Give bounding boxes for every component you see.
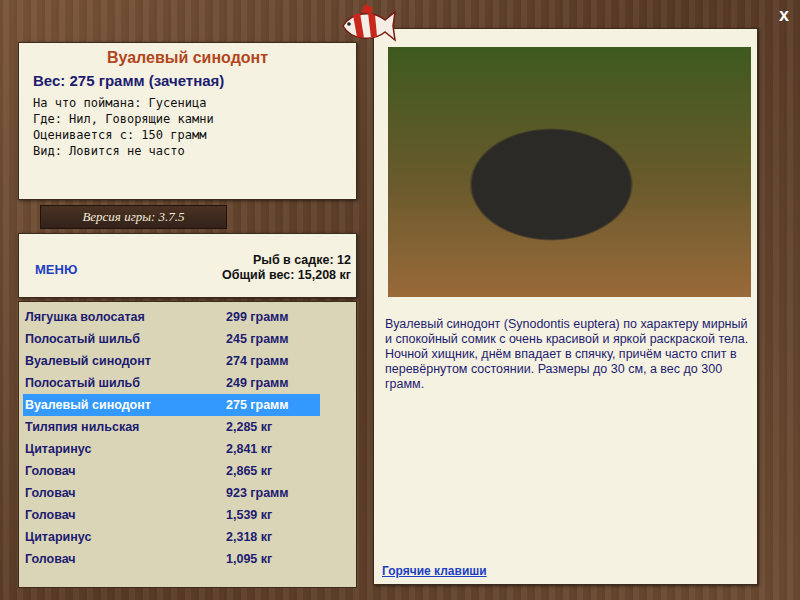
fish-row-name: Головач: [25, 552, 226, 566]
fish-row-name: Тиляпия нильская: [25, 420, 226, 434]
fish-row-weight: 2,865 кг: [226, 464, 272, 478]
fish-row[interactable]: Полосатый шильб 249 грамм: [23, 372, 320, 394]
fish-row-name: Цитаринус: [25, 442, 226, 456]
menu-panel: МЕНЮ Рыб в садке: 12Общий вес: 15,208 кг: [18, 233, 357, 298]
fish-row[interactable]: Головач 1,539 кг: [23, 504, 320, 526]
fish-row-weight: 2,841 кг: [226, 442, 272, 456]
catch-detail: Вид: Ловится не часто: [33, 143, 342, 159]
fish-row-weight: 2,318 кг: [226, 530, 272, 544]
catch-detail: Где: Нил, Говорящие камни: [33, 111, 342, 127]
fish-row-weight: 1,095 кг: [226, 552, 272, 566]
fish-row[interactable]: Головач 923 грамм: [23, 482, 320, 504]
fish-weight: Вес: 275 грамм (зачетная): [33, 72, 342, 89]
fish-row[interactable]: Вуалевый синодонт 275 грамм: [23, 394, 320, 416]
catch-info-panel: Вуалевый синодонт Вес: 275 грамм (зачетн…: [18, 42, 357, 200]
left-column: Вуалевый синодонт Вес: 275 грамм (зачетн…: [18, 42, 357, 600]
version-plaque: Версия игры: 3.7.5: [40, 205, 227, 229]
description-panel: Вуалевый синодонт (Synodontis euptera) п…: [373, 28, 758, 585]
fish-row[interactable]: Цитаринус 2,841 кг: [23, 438, 320, 460]
fish-list: Лягушка волосатая 299 граммПолосатый шил…: [18, 301, 357, 588]
fish-row-name: Полосатый шильб: [25, 332, 226, 346]
hotkeys-link[interactable]: Горячие клавиши: [382, 564, 751, 578]
fish-row[interactable]: Полосатый шильб 245 грамм: [23, 328, 320, 350]
fish-row-name: Вуалевый синодонт: [25, 354, 226, 368]
fish-row[interactable]: Тиляпия нильская 2,285 кг: [23, 416, 320, 438]
catch-detail: На что поймана: Гусеница: [33, 95, 342, 111]
fish-row[interactable]: Лягушка волосатая 299 грамм: [23, 306, 320, 328]
fish-row-name: Полосатый шильб: [25, 376, 226, 390]
fish-name: Вуалевый синодонт: [33, 49, 342, 67]
menu-button[interactable]: МЕНЮ: [35, 262, 77, 277]
fish-row[interactable]: Головач 1,095 кг: [23, 548, 320, 570]
fish-row-weight: 2,285 кг: [226, 420, 272, 434]
fish-description: Вуалевый синодонт (Synodontis euptera) п…: [385, 317, 751, 392]
fish-row-name: Головач: [25, 464, 226, 478]
fish-row[interactable]: Вуалевый синодонт 274 грамм: [23, 350, 320, 372]
fish-row-name: Вуалевый синодонт: [25, 398, 226, 412]
fish-row-name: Цитаринус: [25, 530, 226, 544]
game-screen: Вуалевый синодонт Вес: 275 грамм (зачетн…: [0, 0, 800, 600]
fish-row-weight: 249 грамм: [226, 376, 289, 390]
fish-logo-icon: [337, 2, 397, 48]
fish-row-name: Головач: [25, 486, 226, 500]
keepnet-summary: Рыб в садке: 12Общий вес: 15,208 кг: [222, 253, 351, 283]
summary-line: Рыб в садке: 12: [222, 253, 351, 268]
fish-row-weight: 923 грамм: [226, 486, 289, 500]
fish-row-name: Головач: [25, 508, 226, 522]
fish-row[interactable]: Цитаринус 2,318 кг: [23, 526, 320, 548]
fish-row[interactable]: Головач 2,865 кг: [23, 460, 320, 482]
summary-line: Общий вес: 15,208 кг: [222, 268, 351, 283]
fish-row-weight: 245 грамм: [226, 332, 289, 346]
fish-row-weight: 1,539 кг: [226, 508, 272, 522]
fish-photo: [388, 47, 751, 297]
fish-row-name: Лягушка волосатая: [25, 310, 226, 324]
close-button[interactable]: x: [779, 5, 789, 26]
fish-row-weight: 299 грамм: [226, 310, 289, 324]
catch-detail: Оценивается с: 150 грамм: [33, 127, 342, 143]
fish-row-weight: 274 грамм: [226, 354, 289, 368]
fish-row-weight: 275 грамм: [226, 398, 289, 412]
